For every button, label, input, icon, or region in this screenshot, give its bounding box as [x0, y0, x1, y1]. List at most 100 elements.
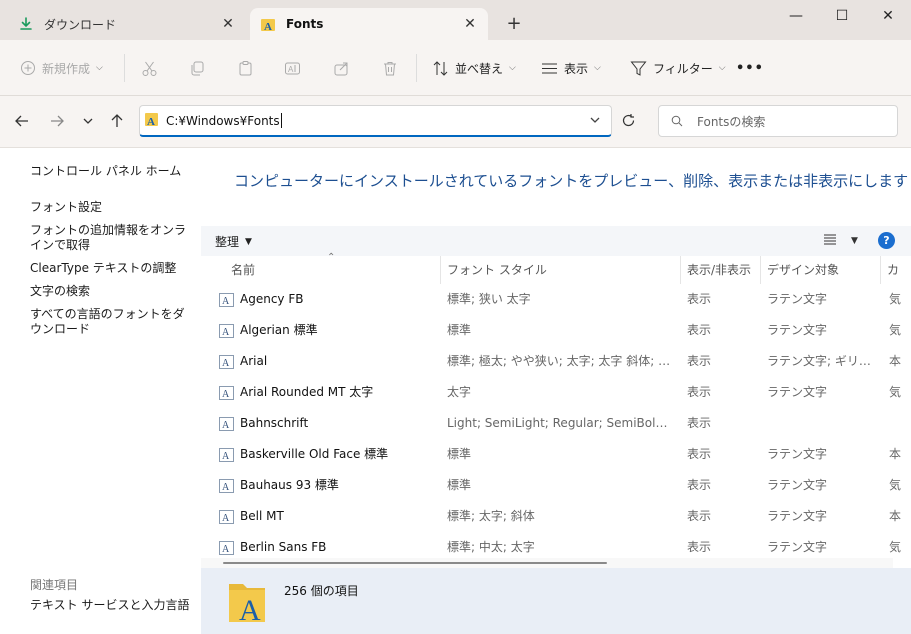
tab-downloads[interactable]: ダウンロード ✕	[8, 8, 246, 40]
tab-fonts[interactable]: A Fonts ✕	[250, 8, 488, 40]
designed-for-cell: ラテン文字	[767, 323, 828, 337]
category-cell: 気	[889, 323, 902, 337]
up-button[interactable]	[104, 110, 130, 134]
view-label: 表示	[564, 61, 589, 76]
sort-icon	[432, 60, 449, 77]
tab-close-icon[interactable]: ✕	[220, 16, 236, 32]
font-row[interactable]: A Arial Rounded MT 太字 太字 表示 ラテン文字 気	[201, 377, 911, 408]
more-options-button[interactable]: •••	[736, 54, 764, 82]
visibility-cell: 表示	[687, 292, 712, 306]
font-settings-link[interactable]: フォント設定	[30, 200, 195, 215]
search-box[interactable]: Fontsの検索	[658, 105, 898, 137]
font-row[interactable]: A Berlin Sans FB 標準; 中太; 太字 表示 ラテン文字 気	[201, 532, 911, 558]
tab-label: Fonts	[286, 17, 324, 31]
column-header-name[interactable]: 名前	[225, 256, 441, 284]
copy-button[interactable]	[189, 54, 206, 82]
search-placeholder: Fontsの検索	[697, 114, 766, 129]
control-panel-home-link[interactable]: コントロール パネル ホーム	[30, 164, 195, 179]
refresh-button[interactable]	[616, 110, 640, 134]
font-row[interactable]: A Algerian 標準 標準 表示 ラテン文字 気	[201, 315, 911, 346]
close-window-button[interactable]: ✕	[865, 0, 911, 32]
font-style-cell: 標準; 太字; 斜体	[447, 509, 535, 523]
font-file-icon: A	[219, 323, 234, 338]
visibility-cell: 表示	[687, 540, 712, 554]
refresh-icon	[621, 113, 636, 131]
filter-button[interactable]: フィルター ⌵	[630, 54, 726, 82]
fonts-folder-large-icon: A	[227, 578, 269, 627]
download-icon	[18, 16, 34, 32]
svg-text:A: A	[222, 327, 230, 338]
organize-button[interactable]: 整理 ▼	[215, 233, 252, 250]
visibility-cell: 表示	[687, 354, 712, 368]
get-font-info-online-link[interactable]: フォントの追加情報をオンラインで取得	[30, 223, 195, 253]
designed-for-cell: ラテン文字	[767, 292, 828, 306]
delete-button[interactable]	[382, 54, 398, 82]
forward-button[interactable]	[44, 110, 70, 134]
category-cell: 気	[889, 478, 902, 492]
font-row[interactable]: A Baskerville Old Face 標準 標準 表示 ラテン文字 本	[201, 439, 911, 470]
cut-button[interactable]	[141, 54, 158, 82]
font-row[interactable]: A Bell MT 標準; 太字; 斜体 表示 ラテン文字 本	[201, 501, 911, 532]
main-content: コンピューターにインストールされているフォントをプレビュー、削除、表示または非表…	[201, 148, 911, 634]
view-button[interactable]: 表示 ⌵	[541, 54, 601, 82]
font-row[interactable]: A Arial 標準; 極太; やや狭い; 太字; 太字 斜体; 斜… 表示 ラテン文字…	[201, 346, 911, 377]
organize-label: 整理	[215, 235, 240, 249]
left-task-pane: コントロール パネル ホーム フォント設定 フォントの追加情報をオンラインで取得…	[0, 148, 201, 634]
paste-button[interactable]	[237, 54, 254, 82]
category-cell: 本	[889, 354, 902, 368]
back-button[interactable]	[9, 110, 35, 134]
font-name-cell: A Bell MT	[219, 501, 437, 532]
font-file-icon: A	[219, 478, 234, 493]
address-dropdown-icon[interactable]	[589, 114, 601, 129]
download-all-language-fonts-link[interactable]: すべての言語のフォントをダウンロード	[30, 307, 195, 337]
rename-button[interactable]: A	[284, 54, 301, 82]
column-header-visibility[interactable]: 表示/非表示	[681, 256, 761, 284]
text-caret	[280, 113, 282, 128]
maximize-button[interactable]: ☐	[819, 0, 865, 32]
character-search-link[interactable]: 文字の検索	[30, 284, 195, 299]
share-button[interactable]	[333, 54, 350, 82]
font-name-cell: A Algerian 標準	[219, 315, 437, 346]
new-button[interactable]: 新規作成 ⌵	[20, 54, 103, 82]
visibility-cell: 表示	[687, 478, 712, 492]
svg-text:A: A	[239, 594, 261, 624]
sort-button[interactable]: 並べ替え ⌵	[432, 54, 516, 82]
new-tab-button[interactable]: +	[500, 12, 528, 36]
font-name: Arial Rounded MT 太字	[240, 385, 374, 399]
recent-locations-button[interactable]	[75, 110, 101, 134]
font-name: Bell MT	[240, 509, 284, 523]
column-header-font-style[interactable]: フォント スタイル	[441, 256, 681, 284]
column-header-category[interactable]: カ	[881, 256, 911, 284]
font-file-icon: A	[219, 292, 234, 307]
font-name: Arial	[240, 354, 268, 368]
cleartype-tuner-link[interactable]: ClearType テキストの調整	[30, 261, 195, 276]
scrollbar-thumb[interactable]	[223, 562, 607, 564]
svg-text:A: A	[222, 296, 230, 307]
page-heading: コンピューターにインストールされているフォントをプレビュー、削除、表示または非表…	[234, 172, 909, 190]
svg-text:A: A	[147, 116, 155, 127]
trash-icon	[382, 60, 398, 77]
arrow-up-icon	[109, 113, 125, 132]
minimize-button[interactable]: —	[773, 0, 819, 32]
help-button[interactable]: ?	[878, 232, 895, 249]
font-file-icon: A	[219, 385, 234, 400]
svg-text:A: A	[222, 420, 230, 431]
font-row[interactable]: A Bauhaus 93 標準 標準 表示 ラテン文字 気	[201, 470, 911, 501]
tab-close-icon[interactable]: ✕	[462, 16, 478, 32]
title-bar: ダウンロード ✕ A Fonts ✕ + — ☐ ✕	[0, 0, 911, 40]
change-view-button[interactable]: ▼	[823, 233, 858, 248]
address-bar[interactable]: A C:¥Windows¥Fonts	[139, 105, 612, 137]
plus-circle-icon	[20, 60, 36, 76]
text-services-link[interactable]: テキスト サービスと入力言語	[30, 598, 195, 613]
svg-text:A: A	[222, 451, 230, 462]
font-row[interactable]: A Agency FB 標準; 狭い 太字 表示 ラテン文字 気	[201, 284, 911, 315]
font-style-cell: 標準	[447, 323, 472, 337]
column-header-designed-for[interactable]: デザイン対象	[761, 256, 881, 284]
command-bar: 新規作成 ⌵ A 並べ替え ⌵ 表示 ⌵ フィルター ⌵ •••	[0, 40, 911, 96]
designed-for-cell	[767, 408, 877, 439]
category-cell: 本	[889, 447, 902, 461]
horizontal-scrollbar[interactable]	[201, 558, 893, 568]
font-row[interactable]: A Bahnschrift Light; SemiLight; Regular; S…	[201, 408, 911, 439]
font-style-cell: 太字	[447, 385, 472, 399]
designed-for-cell: ラテン文字	[767, 447, 828, 461]
